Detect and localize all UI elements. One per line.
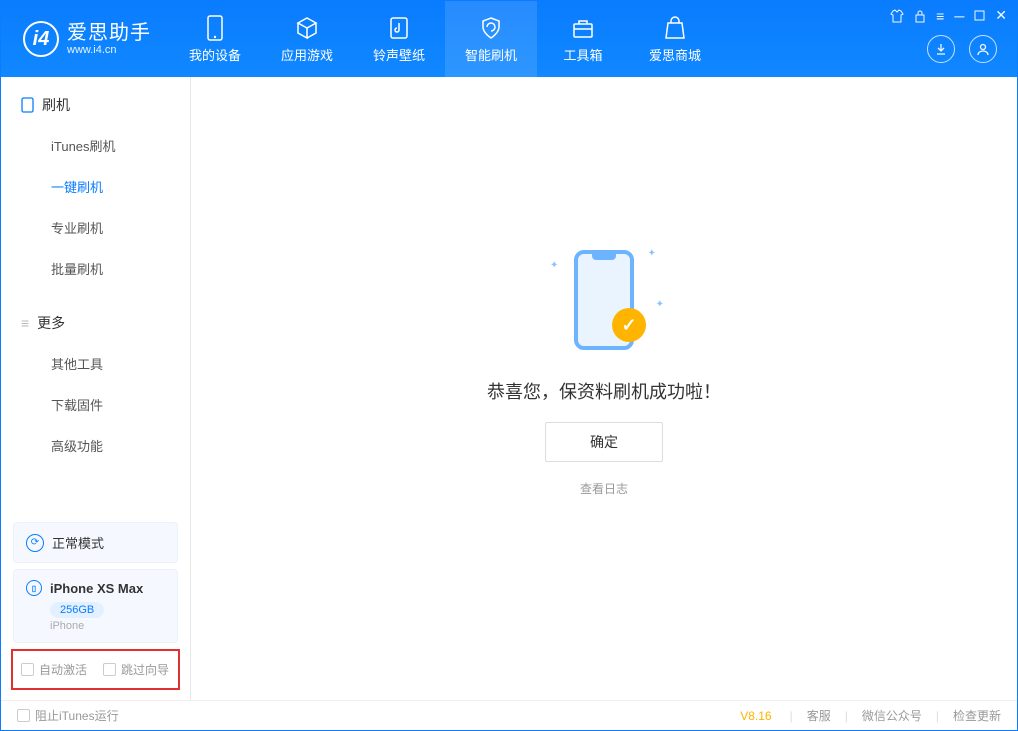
lock-icon[interactable] <box>914 7 926 24</box>
minimize-icon[interactable]: ─ <box>954 7 964 24</box>
sidebar-item-other-tools[interactable]: 其他工具 <box>1 343 190 384</box>
nav-label: 爱思商城 <box>649 45 701 64</box>
window-controls: ≡ ─ ✕ <box>890 7 1007 24</box>
sparkle-icon: ✦ <box>550 260 558 271</box>
nav-my-device[interactable]: 我的设备 <box>169 1 261 77</box>
sparkle-icon: ✦ <box>648 248 656 259</box>
sparkle-icon: ✦ <box>656 299 664 310</box>
device-info[interactable]: ▯ iPhone XS Max 256GB iPhone <box>13 569 178 643</box>
check-update-link[interactable]: 检查更新 <box>953 707 1001 724</box>
main-nav: 我的设备 应用游戏 铃声壁纸 智能刷机 工具箱 爱思商城 <box>169 1 721 77</box>
refresh-shield-icon <box>479 15 503 41</box>
flash-options-highlight: 自动激活 跳过向导 <box>11 649 180 690</box>
device-icon <box>21 97 34 113</box>
checkbox-icon <box>103 663 116 676</box>
status-bar: 阻止iTunes运行 V8.16 | 客服 | 微信公众号 | 检查更新 <box>1 700 1017 730</box>
list-icon: ≡ <box>21 315 29 331</box>
success-message: 恭喜您，保资料刷机成功啦！ <box>487 378 721 404</box>
logo-icon: i4 <box>23 21 59 57</box>
nav-label: 智能刷机 <box>465 45 517 64</box>
app-url: www.i4.cn <box>67 44 151 56</box>
app-header: i4 爱思助手 www.i4.cn 我的设备 应用游戏 铃声壁纸 智能刷机 工具… <box>1 1 1017 77</box>
device-mode[interactable]: ⟳ 正常模式 <box>13 522 178 563</box>
mode-icon: ⟳ <box>26 534 44 552</box>
nav-store[interactable]: 爱思商城 <box>629 1 721 77</box>
sidebar-item-download-firmware[interactable]: 下载固件 <box>1 384 190 425</box>
device-type: iPhone <box>50 620 165 632</box>
sidebar-item-advanced[interactable]: 高级功能 <box>1 425 190 466</box>
nav-label: 工具箱 <box>563 45 602 64</box>
version-label: V8.16 <box>740 709 771 723</box>
device-name: iPhone XS Max <box>50 581 143 596</box>
phone-small-icon: ▯ <box>26 580 42 596</box>
success-illustration: ✦ ✦ ✦ ✓ <box>544 240 664 360</box>
view-log-link[interactable]: 查看日志 <box>580 480 628 497</box>
user-icon[interactable] <box>969 35 997 63</box>
sidebar-item-pro-flash[interactable]: 专业刷机 <box>1 207 190 248</box>
ok-button[interactable]: 确定 <box>545 422 663 462</box>
sidebar-section-more: ≡ 更多 <box>1 313 190 343</box>
support-link[interactable]: 客服 <box>807 707 831 724</box>
download-icon[interactable] <box>927 35 955 63</box>
menu-icon[interactable]: ≡ <box>936 7 944 24</box>
checkbox-skip-guide[interactable]: 跳过向导 <box>103 661 169 678</box>
sidebar-item-batch-flash[interactable]: 批量刷机 <box>1 248 190 289</box>
nav-apps[interactable]: 应用游戏 <box>261 1 353 77</box>
check-badge-icon: ✓ <box>612 308 646 342</box>
cube-icon <box>295 15 319 41</box>
logo: i4 爱思助手 www.i4.cn <box>1 21 169 57</box>
checkbox-block-itunes[interactable]: 阻止iTunes运行 <box>17 707 119 724</box>
header-actions <box>927 35 997 63</box>
wechat-link[interactable]: 微信公众号 <box>862 707 922 724</box>
sidebar-section-flash: 刷机 <box>1 95 190 125</box>
app-name: 爱思助手 <box>67 22 151 44</box>
nav-toolbox[interactable]: 工具箱 <box>537 1 629 77</box>
nav-label: 铃声壁纸 <box>373 45 425 64</box>
maximize-icon[interactable] <box>974 7 985 24</box>
nav-ringtones[interactable]: 铃声壁纸 <box>353 1 445 77</box>
device-storage: 256GB <box>50 602 104 618</box>
checkbox-auto-activate[interactable]: 自动激活 <box>21 661 87 678</box>
main-content: ✦ ✦ ✦ ✓ 恭喜您，保资料刷机成功啦！ 确定 查看日志 <box>191 77 1017 700</box>
toolbox-icon <box>571 15 595 41</box>
close-icon[interactable]: ✕ <box>995 7 1007 24</box>
sidebar-item-itunes-flash[interactable]: iTunes刷机 <box>1 125 190 166</box>
sidebar-item-oneclick-flash[interactable]: 一键刷机 <box>1 166 190 207</box>
checkbox-icon <box>17 709 30 722</box>
sidebar: 刷机 iTunes刷机 一键刷机 专业刷机 批量刷机 ≡ 更多 其他工具 下载固… <box>1 77 191 700</box>
bag-icon <box>664 15 686 41</box>
nav-label: 我的设备 <box>189 45 241 64</box>
nav-label: 应用游戏 <box>281 45 333 64</box>
shirt-icon[interactable] <box>890 7 904 24</box>
checkbox-icon <box>21 663 34 676</box>
music-file-icon <box>388 15 410 41</box>
nav-flash[interactable]: 智能刷机 <box>445 1 537 77</box>
phone-icon <box>206 15 224 41</box>
